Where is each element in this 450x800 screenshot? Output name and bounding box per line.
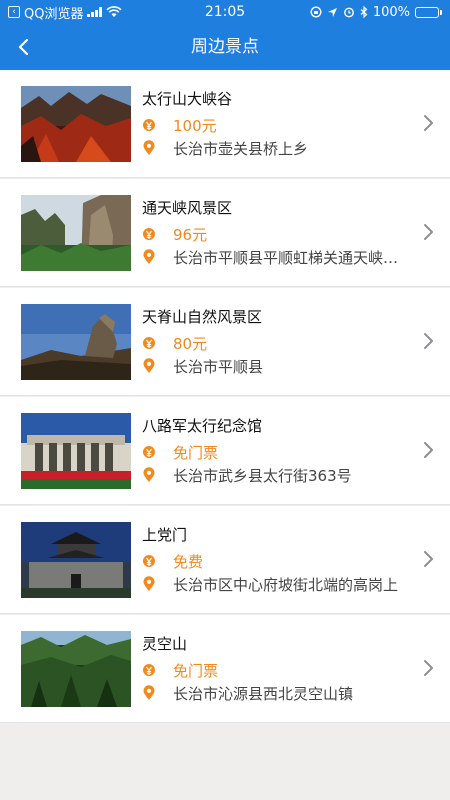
location-pin-icon <box>143 249 155 264</box>
location-pin-icon <box>143 467 155 482</box>
attraction-price: 96元 <box>173 226 208 244</box>
attraction-address: 长治市平顺县 <box>173 358 264 376</box>
attraction-name: 灵空山 <box>142 635 188 653</box>
yen-badge-icon <box>142 228 155 240</box>
status-right: 100% <box>310 5 442 20</box>
battery-icon <box>415 6 442 18</box>
attraction-item[interactable]: 上党门 免费 长治市区中心府坡街北端的高岗上 <box>0 506 450 614</box>
attraction-price: 免费 <box>173 553 204 571</box>
attraction-price: 免门票 <box>173 444 219 462</box>
bluetooth-icon <box>360 6 368 18</box>
battery-percent: 100% <box>372 4 410 20</box>
status-left: ‹ QQ浏览器 <box>8 3 310 22</box>
chevron-right-icon <box>424 333 433 349</box>
attraction-address: 长治市武乡县太行街363号 <box>173 467 352 485</box>
attraction-photo <box>21 195 131 271</box>
location-pin-icon <box>143 685 155 700</box>
back-to-app-icon[interactable]: ‹ <box>8 6 20 18</box>
yen-badge-icon <box>142 337 155 349</box>
attraction-photo <box>21 86 131 162</box>
attraction-photo <box>21 413 131 489</box>
yen-badge-icon <box>142 446 155 458</box>
wifi-icon <box>106 6 123 17</box>
attraction-photo <box>21 631 131 707</box>
attraction-name: 天脊山自然风景区 <box>142 308 263 326</box>
attraction-address: 长治市壶关县桥上乡 <box>173 140 309 158</box>
status-bar: ‹ QQ浏览器 21:05 100% <box>0 0 450 24</box>
location-pin-icon <box>143 576 155 591</box>
attraction-name: 通天峡风景区 <box>142 199 233 217</box>
attraction-name: 太行山大峡谷 <box>142 90 233 108</box>
chevron-right-icon <box>424 442 433 458</box>
attraction-price: 80元 <box>173 335 208 353</box>
attraction-item[interactable]: 天脊山自然风景区 80元 长治市平顺县 <box>0 288 450 396</box>
location-arrow-icon <box>327 7 337 17</box>
nav-bar: 周边景点 <box>0 24 450 70</box>
orientation-lock-icon <box>310 6 322 18</box>
yen-badge-icon <box>142 119 155 131</box>
attraction-photo <box>21 522 131 598</box>
attraction-item[interactable]: 太行山大峡谷 100元 长治市壶关县桥上乡 <box>0 70 450 178</box>
attraction-price: 100元 <box>173 117 217 135</box>
attraction-address: 长治市区中心府坡街北端的高岗上 <box>173 576 399 594</box>
attraction-item[interactable]: 八路军太行纪念馆 免门票 长治市武乡县太行街363号 <box>0 397 450 505</box>
attraction-item[interactable]: 通天峡风景区 96元 长治市平顺县平顺虹梯关通天峡景区 <box>0 179 450 287</box>
attraction-price: 免门票 <box>173 662 219 680</box>
chevron-right-icon <box>424 224 433 240</box>
attraction-item[interactable]: 灵空山 免门票 长治市沁源县西北灵空山镇 <box>0 615 450 723</box>
location-pin-icon <box>143 358 155 373</box>
chevron-right-icon <box>424 660 433 676</box>
page-title: 周边景点 <box>191 37 259 57</box>
back-button[interactable] <box>8 32 38 62</box>
app-name[interactable]: QQ浏览器 <box>24 3 83 22</box>
attraction-address: 长治市平顺县平顺虹梯关通天峡景区 <box>173 249 405 267</box>
attraction-name: 上党门 <box>142 526 188 544</box>
attraction-address: 长治市沁源县西北灵空山镇 <box>173 685 354 703</box>
attraction-photo <box>21 304 131 380</box>
chevron-right-icon <box>424 115 433 131</box>
signal-icon <box>87 7 103 17</box>
chevron-left-icon <box>18 38 29 56</box>
yen-badge-icon <box>142 555 155 567</box>
yen-badge-icon <box>142 664 155 676</box>
chevron-right-icon <box>424 551 433 567</box>
attraction-list: 太行山大峡谷 100元 长治市壶关县桥上乡 通天峡风景区 96元 长治市平顺县平… <box>0 70 450 724</box>
location-pin-icon <box>143 140 155 155</box>
attraction-name: 八路军太行纪念馆 <box>142 417 263 435</box>
alarm-icon <box>343 7 354 18</box>
